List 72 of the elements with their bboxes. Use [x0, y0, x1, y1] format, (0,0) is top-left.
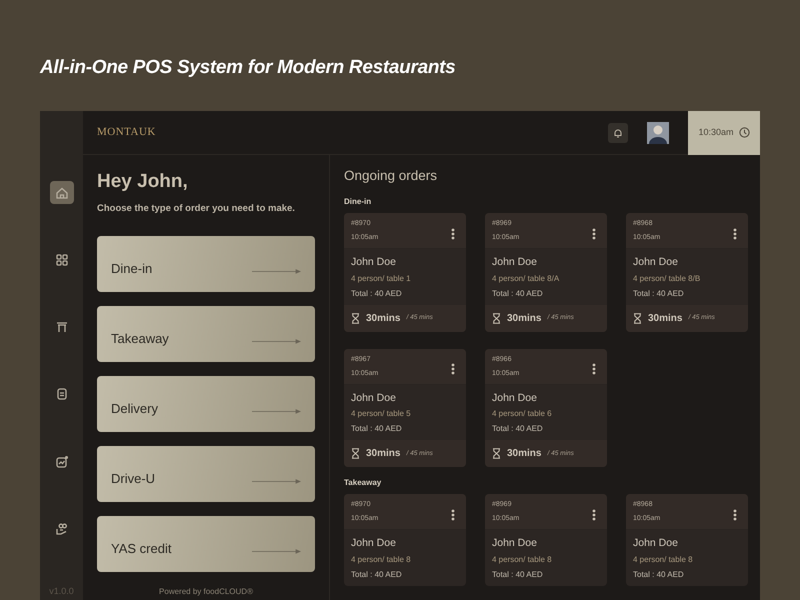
order-details: 4 person/ table 8 — [351, 554, 412, 566]
order-details: 4 person/ table 8 — [633, 554, 694, 566]
elapsed-time: 30mins — [366, 447, 400, 462]
arrow-icon — [252, 339, 301, 344]
more-icon — [592, 228, 596, 240]
arrow-icon — [252, 269, 301, 274]
order-details: 4 person/ table 6 — [492, 408, 553, 420]
arrow-icon — [252, 479, 301, 484]
order-details: 4 person/ table 8 — [492, 554, 553, 566]
order-type-button[interactable]: Takeaway — [97, 306, 315, 362]
customer-name: John Doe — [633, 536, 679, 551]
section-title: Ongoing orders — [344, 168, 438, 184]
arrow-icon — [252, 409, 301, 414]
more-icon — [451, 508, 455, 521]
elapsed-time: 30mins — [366, 312, 400, 326]
chart-icon — [54, 454, 68, 469]
customer-name: John Doe — [492, 536, 538, 551]
order-total: Total : 40 AED — [351, 288, 403, 300]
more-icon — [592, 508, 596, 521]
hourglass-icon — [492, 448, 501, 460]
order-total: Total : 40 AED — [492, 423, 544, 436]
elapsed-time: 30mins — [507, 447, 542, 462]
avatar-silhouette[interactable] — [647, 122, 669, 144]
clock-icon — [738, 127, 750, 138]
order-details: 4 person/ table 1 — [351, 272, 412, 285]
hourglass-icon — [351, 312, 360, 324]
order-type-button[interactable]: Drive-U — [97, 446, 315, 502]
grid-icon — [54, 252, 68, 267]
powered-by-text: Powered by foodCLOUD® — [158, 586, 254, 598]
hourglass-icon — [351, 448, 360, 460]
customer-name: John Doe — [351, 254, 397, 270]
order-total: Total : 40 AED — [633, 288, 685, 300]
customer-name: John Doe — [492, 254, 538, 270]
order-total: Total : 40 AED — [351, 568, 403, 581]
more-icon — [451, 363, 455, 376]
more-icon — [592, 363, 596, 376]
brand-logo: MONTAUK — [97, 125, 156, 140]
headline: All-in-One POS System for Modern Restaurants — [38, 56, 456, 80]
order-total: Total : 40 AED — [633, 568, 685, 581]
order-total: Total : 40 AED — [492, 568, 544, 581]
section-heading: Dine-in — [344, 197, 372, 207]
document-icon — [54, 387, 68, 402]
sidebar-item[interactable] — [50, 181, 74, 204]
clock-time: 10:30am — [698, 126, 734, 139]
section-heading: Takeaway — [344, 478, 382, 488]
order-total: Total : 40 AED — [492, 288, 544, 300]
hourglass-icon — [492, 312, 501, 324]
order-total: Total : 40 AED — [351, 423, 403, 436]
more-icon — [733, 508, 737, 521]
greeting-subtitle: Choose the type of order you need to make. — [97, 202, 296, 216]
more-icon — [451, 228, 455, 240]
more-icon — [733, 228, 737, 240]
customer-name: John Doe — [492, 390, 538, 406]
order-details: 4 person/ table 8/B — [633, 272, 702, 285]
people-icon — [54, 522, 68, 536]
order-type-button[interactable]: Delivery — [97, 376, 315, 432]
order-details: 4 person/ table 8/A — [492, 272, 560, 285]
order-type-button[interactable]: Dine-in — [97, 236, 315, 292]
bell-icon — [613, 128, 623, 138]
hourglass-icon — [633, 312, 642, 324]
customer-name: John Doe — [351, 390, 397, 406]
greeting-title: Hey John, — [97, 171, 189, 194]
notification-button[interactable] — [608, 122, 628, 142]
home-icon — [54, 186, 68, 200]
customer-name: John Doe — [351, 536, 397, 551]
elapsed-time: 30mins — [648, 312, 682, 326]
arrow-icon — [252, 549, 301, 554]
customer-name: John Doe — [633, 254, 679, 270]
table-icon — [54, 320, 68, 334]
elapsed-time: 30mins — [507, 312, 542, 326]
order-details: 4 person/ table 5 — [351, 408, 412, 420]
order-type-button[interactable]: YAS credit — [97, 516, 315, 572]
